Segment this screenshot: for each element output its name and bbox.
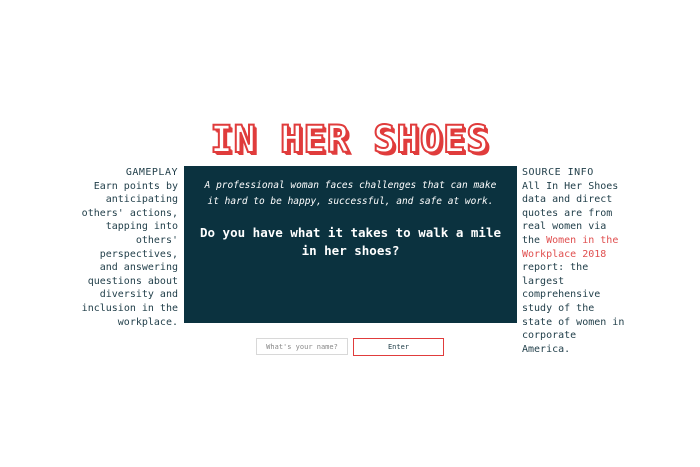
source-info-section: SOURCE INFO All In Her Shoes data and di… — [522, 166, 626, 356]
enter-button[interactable]: Enter — [353, 338, 444, 356]
intro-question: Do you have what it takes to walk a mile… — [199, 225, 502, 258]
gameplay-heading: GAMEPLAY — [125, 167, 178, 178]
gameplay-section: GAMEPLAY Earn points by anticipating oth… — [76, 166, 178, 329]
source-info-heading: SOURCE INFO — [522, 167, 594, 178]
source-info-description: All In Her Shoes data and direct quotes … — [522, 180, 626, 357]
source-info-text-after: report: the largest comprehensive study … — [522, 262, 625, 355]
game-title: IN HER SHOES — [209, 117, 490, 162]
gameplay-description: Earn points by anticipating others' acti… — [81, 180, 178, 328]
intro-panel: A professional woman faces challenges th… — [184, 166, 517, 323]
name-input[interactable] — [256, 338, 348, 355]
intro-tagline: A professional woman faces challenges th… — [204, 180, 497, 207]
